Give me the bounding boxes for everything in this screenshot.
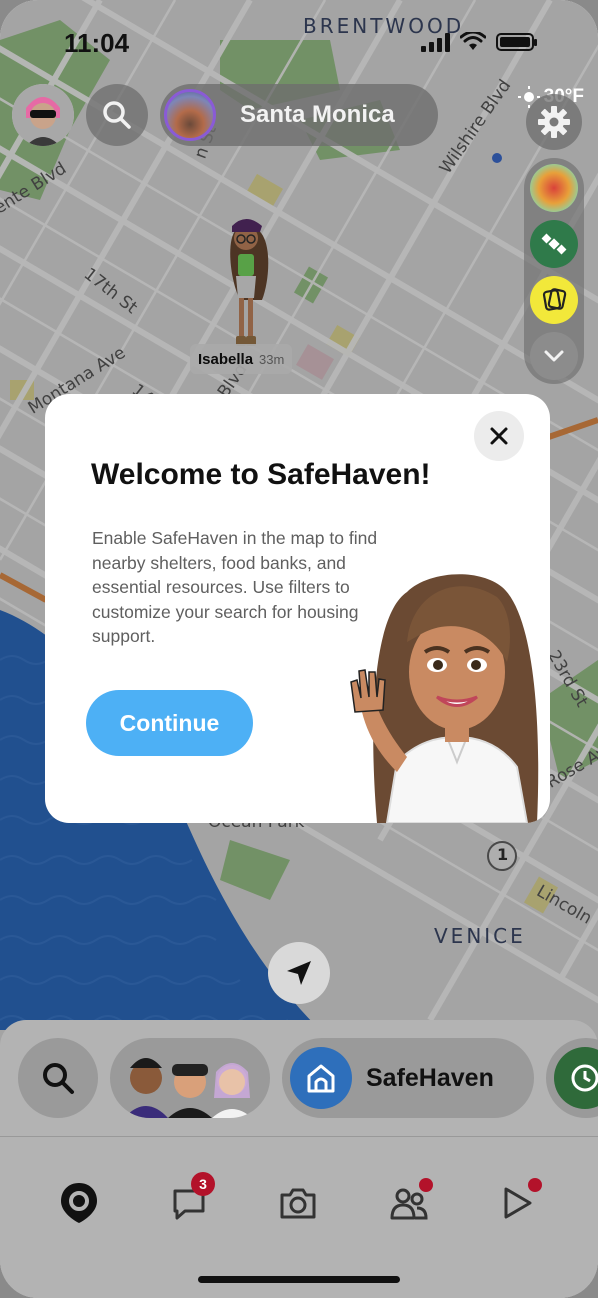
explore-layer-button[interactable] xyxy=(530,220,578,268)
memories-layer-button[interactable] xyxy=(530,276,578,324)
camera-icon xyxy=(280,1188,316,1219)
waving-bitmoji xyxy=(350,574,539,823)
waving-bitmoji-illustration xyxy=(307,562,550,823)
close-icon xyxy=(490,427,508,445)
cards-icon xyxy=(542,288,567,311)
home-indicator[interactable] xyxy=(198,1276,400,1283)
gear-icon xyxy=(538,106,570,138)
search-icon xyxy=(103,101,131,129)
heatmap-layer-button[interactable] xyxy=(530,164,578,212)
settings-button[interactable] xyxy=(526,94,582,150)
safehaven-button[interactable]: SafeHaven xyxy=(282,1038,534,1118)
bottom-tray: SafeHaven 3 xyxy=(0,1020,598,1298)
battery-icon xyxy=(496,33,537,51)
wifi-icon xyxy=(460,32,486,50)
chat-unread-badge: 3 xyxy=(191,1172,215,1196)
location-name: Santa Monica xyxy=(240,101,395,128)
tray-search-button[interactable] xyxy=(18,1038,98,1118)
stories-notification-dot xyxy=(528,1178,542,1192)
status-icons xyxy=(421,32,537,52)
my-avatar-button[interactable] xyxy=(12,84,74,146)
nav-map[interactable] xyxy=(51,1178,107,1228)
chevron-down-icon xyxy=(544,350,564,362)
friends-notification-dot xyxy=(419,1178,433,1192)
location-thumbnail xyxy=(164,89,216,141)
expand-layers-button[interactable] xyxy=(530,332,578,380)
location-arrow-icon xyxy=(287,961,311,985)
clock-icon-badge xyxy=(554,1047,598,1109)
nav-friends[interactable] xyxy=(381,1178,437,1228)
cellular-signal-icon xyxy=(421,32,450,52)
modal-title: Welcome to SafeHaven! xyxy=(91,458,431,491)
status-time: 11:04 xyxy=(64,28,130,58)
recenter-button[interactable] xyxy=(268,942,330,1004)
close-modal-button[interactable] xyxy=(474,411,524,461)
friends-group-avatars xyxy=(124,1058,252,1118)
quick-actions-row: SafeHaven xyxy=(0,1038,598,1120)
avatar xyxy=(12,84,74,146)
map-screen: BRENTWOOD VENICE Ocean Park Montana Ave … xyxy=(0,0,598,1298)
home-icon xyxy=(307,1064,335,1093)
tray-divider xyxy=(0,1136,598,1137)
map-search-button[interactable] xyxy=(86,84,148,146)
continue-button[interactable]: Continue xyxy=(86,690,253,756)
clock-icon xyxy=(571,1064,598,1092)
map-pin-icon xyxy=(61,1183,97,1223)
friends-bitmoji-button[interactable] xyxy=(110,1038,270,1118)
status-bar: 11:04 xyxy=(0,0,598,80)
location-pill[interactable]: Santa Monica xyxy=(160,84,438,146)
timeline-button[interactable] xyxy=(546,1038,598,1118)
nav-chat[interactable]: 3 xyxy=(161,1172,217,1228)
welcome-modal: Welcome to SafeHaven! Enable SafeHaven i… xyxy=(45,394,550,823)
search-icon xyxy=(43,1063,74,1094)
nav-camera[interactable] xyxy=(270,1178,326,1228)
safehaven-icon-badge xyxy=(290,1047,352,1109)
nav-stories[interactable] xyxy=(490,1178,546,1228)
map-layers-panel xyxy=(524,158,584,384)
bottom-nav: 3 xyxy=(0,1160,598,1240)
satellite-icon xyxy=(541,233,567,255)
safehaven-label: SafeHaven xyxy=(366,1063,494,1092)
